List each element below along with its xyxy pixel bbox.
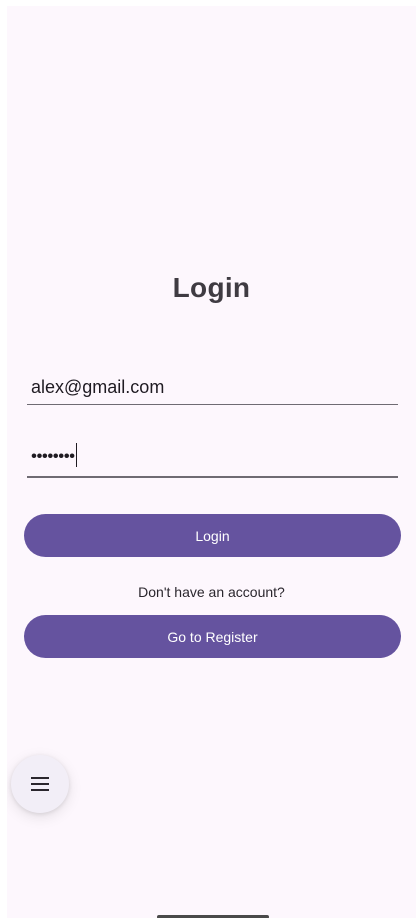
go-to-register-button-label: Go to Register xyxy=(167,628,258,645)
menu-icon xyxy=(31,777,49,791)
email-field-value: alex@gmail.com xyxy=(31,377,165,397)
no-account-prompt: Don't have an account? xyxy=(138,584,285,600)
app-screen: Login alex@gmail.com •••••••• Login Don'… xyxy=(7,6,416,918)
status-bar xyxy=(7,6,416,34)
login-button-label: Login xyxy=(195,527,230,544)
page-title: Login xyxy=(172,272,251,303)
password-field[interactable]: •••••••• xyxy=(27,436,398,478)
login-button[interactable]: Login xyxy=(24,514,401,557)
text-cursor xyxy=(75,443,78,467)
menu-fab-button[interactable] xyxy=(11,755,69,813)
password-field-value: •••••••• xyxy=(31,446,75,466)
go-to-register-button[interactable]: Go to Register xyxy=(24,615,401,658)
email-field[interactable]: alex@gmail.com xyxy=(27,364,398,405)
password-field-wrapper: •••••••• xyxy=(31,443,78,469)
